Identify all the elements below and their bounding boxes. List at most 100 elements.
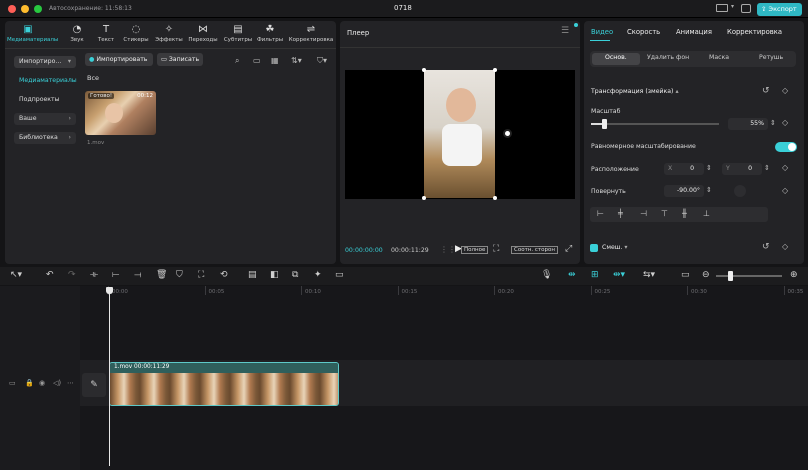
media-clip-thumbnail[interactable]: Готово! 00:12 (85, 91, 156, 135)
align-bottom-icon[interactable]: ⊥ (703, 209, 710, 218)
resize-handle[interactable] (493, 196, 497, 200)
folder-icon[interactable]: ▭ (253, 56, 261, 65)
search-icon[interactable]: ⌕ (235, 56, 239, 66)
keyframe-icon[interactable]: ◇ (782, 86, 788, 95)
grid-view-icon[interactable]: ▦ (271, 56, 279, 65)
toolbar-subtitles[interactable]: ▤ Субтитры (220, 24, 256, 43)
tab-video[interactable]: Видео (591, 28, 613, 36)
layout-icon[interactable] (716, 4, 728, 12)
fullscreen-icon[interactable]: ⤢ (565, 244, 572, 254)
export-button[interactable]: ⇪ Экспорт (757, 3, 802, 16)
zoom-window-button[interactable] (34, 5, 42, 13)
microphone-icon[interactable]: 🎙 (541, 270, 552, 280)
video-canvas[interactable] (345, 68, 575, 200)
blend-checkbox[interactable] (590, 244, 598, 252)
position-x-input[interactable]: X0 (664, 163, 704, 175)
select-tool-icon[interactable]: ↖▾ (10, 270, 22, 280)
subtab-remove-bg[interactable]: Удалить фон (647, 54, 689, 61)
keyframe-icon[interactable]: ◇ (782, 186, 788, 195)
stepper-icon[interactable]: ⇕ (706, 164, 712, 172)
toolbar-stickers[interactable]: ◌ Стикеры (119, 24, 153, 43)
window-icon[interactable] (741, 4, 751, 13)
subtab-basic[interactable]: Основ. (605, 54, 627, 61)
scale-slider-handle[interactable] (601, 119, 607, 129)
redo-icon[interactable]: ↷ (68, 270, 76, 280)
keyframe-icon[interactable]: ◇ (782, 242, 788, 251)
sidebar-item-subprojects[interactable]: Подпроекты (14, 94, 76, 106)
toolbar-media[interactable]: ▣ Медиаматериалы (7, 24, 58, 43)
align-top-icon[interactable]: ⊤ (661, 209, 668, 218)
filter-all[interactable]: Все (87, 74, 99, 82)
import-button[interactable]: ● Импортировать (85, 53, 153, 66)
link-main-track-icon[interactable]: ⇹ (568, 270, 576, 280)
undo-icon[interactable]: ↶ (46, 270, 54, 280)
resize-handle[interactable] (422, 68, 426, 72)
sidebar-item-media[interactable]: Медиаматериалы (14, 75, 77, 87)
subtab-retouch[interactable]: Ретушь (759, 54, 783, 61)
sort-icon[interactable]: ⇅▾ (291, 56, 302, 65)
menu-icon[interactable]: ☰ (561, 26, 569, 36)
zoom-in-icon[interactable]: ⊕ (790, 270, 798, 280)
resize-handle[interactable] (493, 68, 497, 72)
freeze-icon[interactable]: ▤ (248, 270, 257, 280)
rotate-input[interactable]: -90.00° (664, 185, 704, 197)
subtab-mask[interactable]: Маска (709, 54, 729, 61)
rotate-dial[interactable] (734, 185, 746, 197)
split-right-icon[interactable]: ⟞ (134, 270, 141, 280)
crop-icon[interactable]: ⛶ (493, 244, 499, 254)
chevron-up-icon[interactable]: ▴ (675, 88, 678, 95)
tab-adjust[interactable]: Корректировка (727, 28, 782, 36)
lock-icon[interactable]: 🔒 (25, 379, 34, 387)
sidebar-item-library[interactable]: Библиотека › (14, 132, 76, 144)
keyframe-icon[interactable]: ◇ (782, 118, 788, 127)
cover-icon[interactable]: ▭ (9, 379, 16, 387)
magic-icon[interactable]: ✦ (314, 270, 322, 280)
video-frame[interactable] (424, 70, 495, 198)
zoom-slider-handle[interactable] (728, 271, 733, 281)
record-button[interactable]: ▭ Записать (157, 53, 203, 66)
reset-icon[interactable]: ↺ (762, 242, 770, 252)
scale-input[interactable]: 55% (728, 118, 768, 130)
split-left-icon[interactable]: ⟝ (112, 270, 119, 280)
auto-reframe-icon[interactable]: ⟲ (220, 270, 228, 280)
uniform-scale-toggle[interactable] (775, 142, 797, 152)
keyframe-icon[interactable]: ◇ (782, 163, 788, 172)
stepper-icon[interactable]: ⇕ (764, 164, 770, 172)
toolbar-adjust[interactable]: ⇌ Корректировка (286, 24, 336, 43)
tab-speed[interactable]: Скорость (627, 28, 660, 36)
shield-icon[interactable]: ⛉ (176, 270, 183, 280)
sidebar-item-yours[interactable]: Ваше › (14, 113, 76, 125)
split-icon[interactable]: ⟛ (90, 270, 98, 280)
scale-slider-track[interactable] (591, 119, 719, 129)
aspect-ratio-button[interactable]: Соотн. сторон (511, 246, 558, 254)
remove-bg-icon[interactable]: ⧉ (292, 270, 298, 280)
mirror-icon[interactable]: ◧ (270, 270, 279, 280)
close-window-button[interactable] (8, 5, 16, 13)
resize-handle[interactable] (422, 196, 426, 200)
minimize-window-button[interactable] (21, 5, 29, 13)
preview-axis-icon[interactable]: ⇆▾ (643, 270, 655, 280)
chevron-down-icon[interactable]: ▾ (731, 3, 734, 10)
reset-icon[interactable]: ↺ (762, 86, 770, 96)
position-y-input[interactable]: Y0 (722, 163, 762, 175)
timeline-ruler[interactable]: 00:00 00:05 00:10 00:15 00:20 00:25 00:30 00:35 (108, 286, 808, 296)
link-icon[interactable]: ⇹▾ (613, 270, 625, 280)
crop-icon[interactable]: ⛶ (198, 270, 204, 280)
edit-cover-button[interactable]: ✎ (82, 373, 106, 397)
tab-animation[interactable]: Анимация (676, 28, 712, 36)
toolbar-transitions[interactable]: ⋈ Переходы (185, 24, 221, 43)
align-right-icon[interactable]: ⊣ (640, 209, 647, 218)
more-icon[interactable]: ⋯ (67, 379, 74, 387)
align-center-h-icon[interactable]: ╪ (618, 209, 623, 218)
magnet-icon[interactable]: ⊞ (591, 270, 599, 280)
align-left-icon[interactable]: ⊢ (597, 209, 604, 218)
zoom-out-icon[interactable]: ⊖ (702, 270, 710, 280)
align-center-v-icon[interactable]: ╫ (682, 209, 687, 218)
timeline-clip[interactable]: 1.mov 00:00:11:29 (109, 362, 339, 406)
frame-icon[interactable]: ⋮⋮ (440, 245, 456, 254)
ai-icon[interactable]: ▭ (335, 270, 344, 280)
stepper-icon[interactable]: ⇕ (706, 186, 712, 194)
eye-icon[interactable]: ◉ (39, 379, 45, 387)
caption-icon[interactable]: ▭ (681, 270, 690, 280)
full-quality-button[interactable]: Полное (461, 246, 489, 254)
